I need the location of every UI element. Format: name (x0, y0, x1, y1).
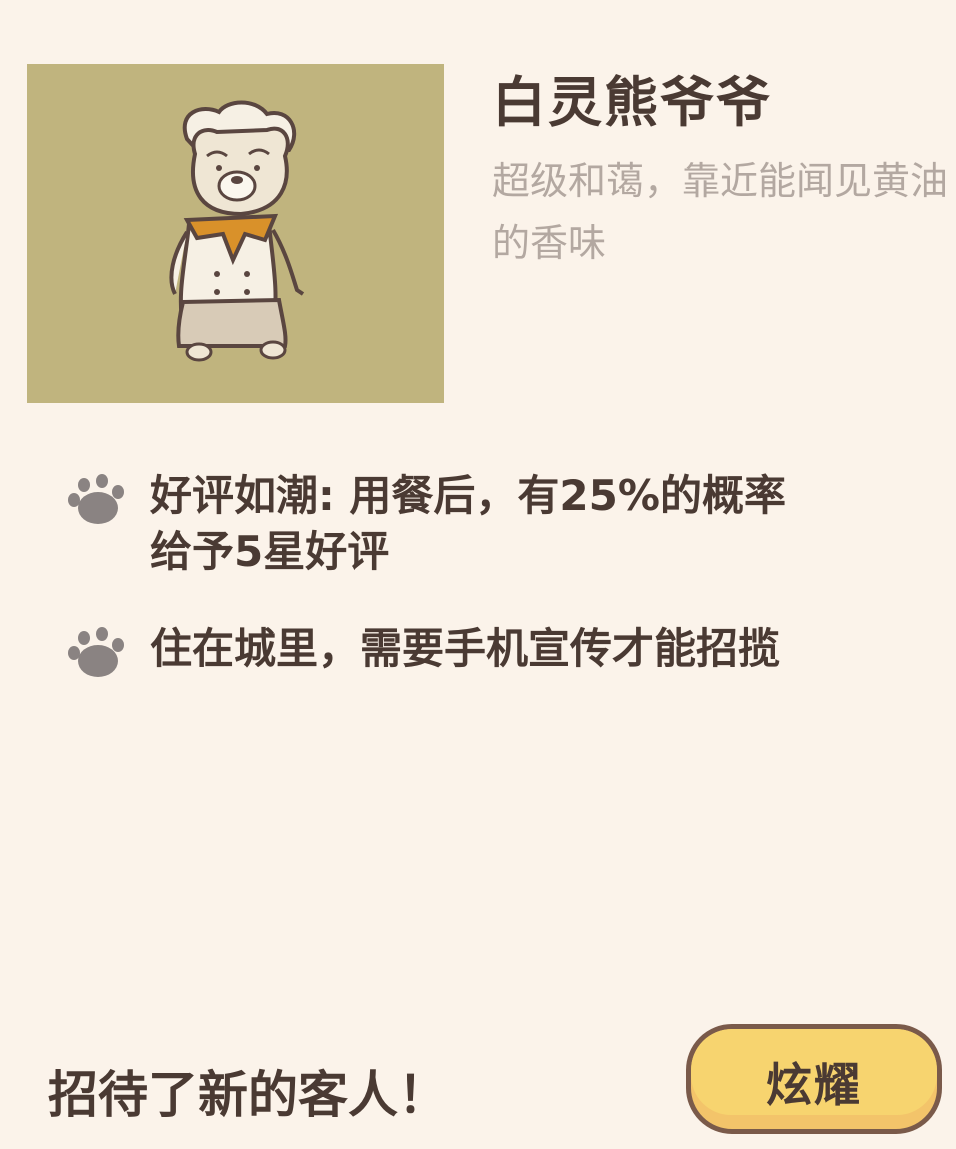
paw-icon (68, 627, 124, 677)
character-description: 超级和蔼，靠近能闻见黄油的香味 (492, 159, 949, 265)
trait-text: 住在城里，需要手机宣传才能招揽 (150, 624, 781, 673)
trait-item: 住在城里，需要手机宣传才能招揽 (62, 621, 922, 679)
share-button-label: 炫耀 (766, 1058, 862, 1112)
paw-icon (68, 474, 124, 524)
trait-text: 好评如潮: 用餐后，有25%的概率 给予5星好评 (150, 471, 786, 576)
character-name: 白灵熊爷爷 (492, 71, 772, 134)
new-guest-message: 招待了新的客人！ (48, 1066, 448, 1124)
trait-item: 好评如潮: 用餐后，有25%的概率 给予5星好评 (62, 468, 922, 580)
share-button[interactable]: 炫耀 (686, 1024, 942, 1134)
bear-chef-icon (169, 100, 305, 362)
character-portrait (27, 64, 444, 403)
